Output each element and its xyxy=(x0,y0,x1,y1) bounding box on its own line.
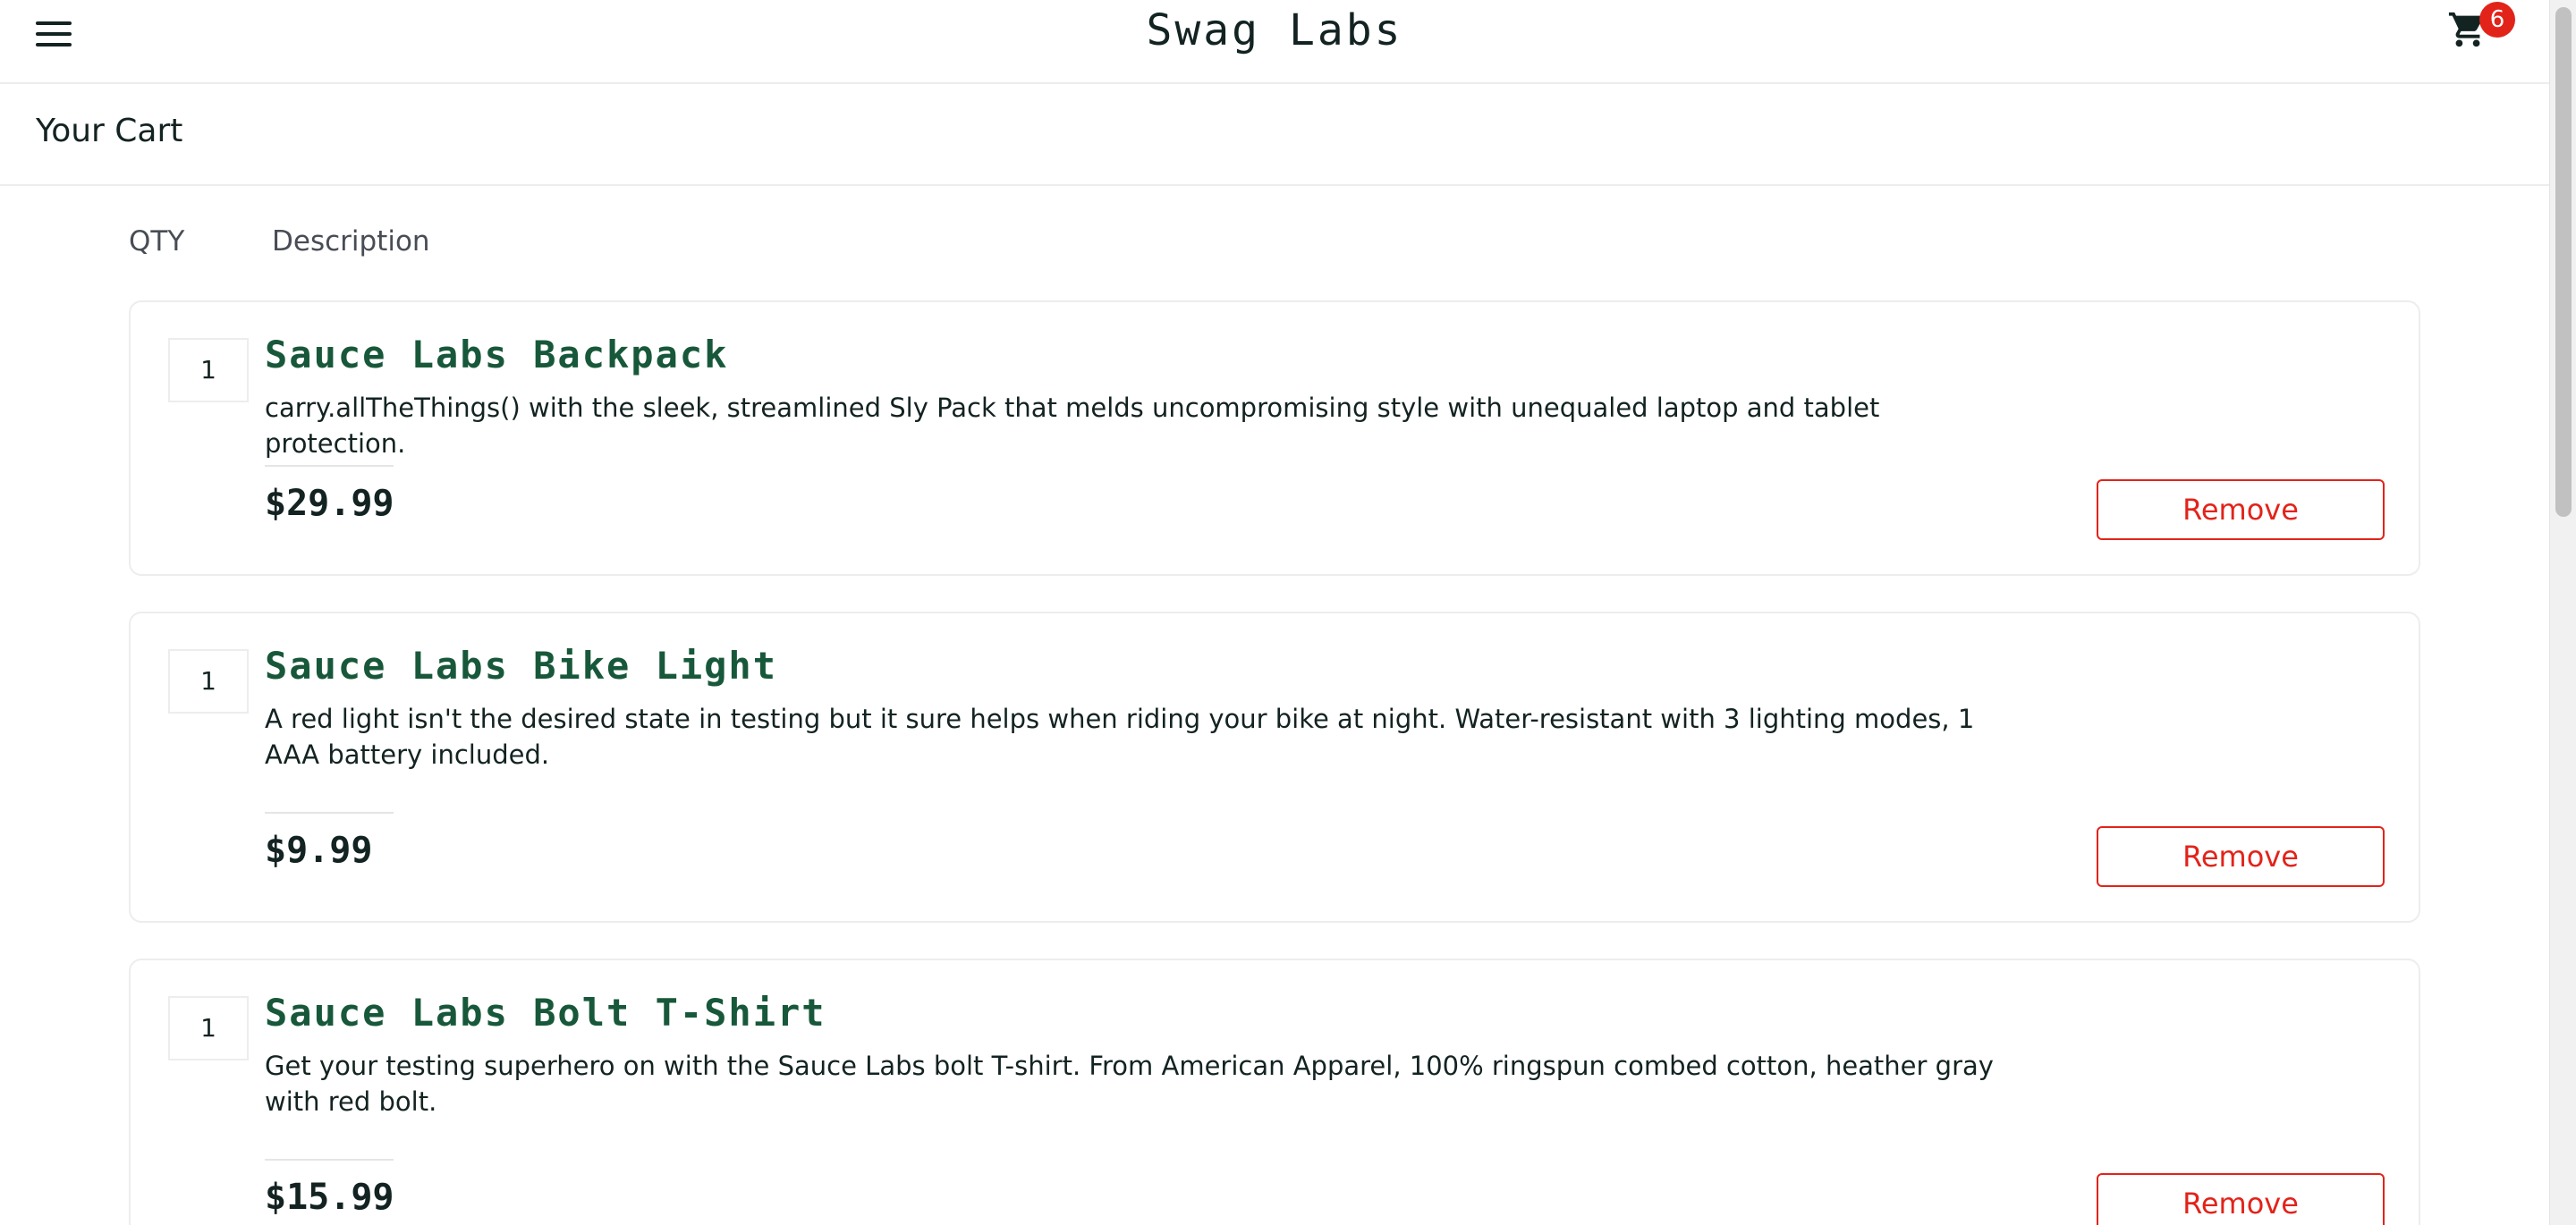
page-title: Your Cart xyxy=(36,113,183,149)
remove-button[interactable]: Remove xyxy=(2097,826,2385,887)
item-name-link[interactable]: Sauce Labs Bike Light xyxy=(265,644,777,688)
qty-column-label: QTY xyxy=(129,225,185,258)
cart-item: 1 Sauce Labs Bolt T-Shirt Get your testi… xyxy=(129,959,2420,1225)
cart-badge: 6 xyxy=(2479,2,2515,38)
item-name-link[interactable]: Sauce Labs Backpack xyxy=(265,333,728,376)
cart-item: 1 Sauce Labs Bike Light A red light isn'… xyxy=(129,612,2420,923)
secondary-header: Your Cart xyxy=(0,84,2549,186)
item-description: Get your testing superhero on with the S… xyxy=(265,1051,1994,1117)
description-column-label: Description xyxy=(272,225,430,258)
vertical-scrollbar[interactable] xyxy=(2549,0,2576,1225)
item-name-link[interactable]: Sauce Labs Bolt T-Shirt xyxy=(265,991,826,1035)
item-price: $15.99 xyxy=(265,1177,394,1218)
item-quantity: 1 xyxy=(168,338,249,402)
remove-button[interactable]: Remove xyxy=(2097,479,2385,540)
remove-button[interactable]: Remove xyxy=(2097,1173,2385,1225)
price-divider xyxy=(265,1159,394,1161)
scrollbar-thumb[interactable] xyxy=(2555,7,2572,517)
price-divider xyxy=(265,812,394,814)
item-quantity: 1 xyxy=(168,649,249,714)
item-description: A red light isn't the desired state in t… xyxy=(265,704,1975,770)
price-divider xyxy=(265,465,394,467)
shopping-cart-link[interactable]: 6 xyxy=(2447,2,2515,55)
cart-item: 1 Sauce Labs Backpack carry.allTheThings… xyxy=(129,300,2420,576)
page: Swag Labs 6 Your Cart QTY Description 1 … xyxy=(0,0,2576,1225)
primary-header: Swag Labs 6 xyxy=(0,0,2549,84)
item-price: $29.99 xyxy=(265,483,394,524)
app-logo: Swag Labs xyxy=(1146,5,1403,55)
item-description: carry.allTheThings() with the sleek, str… xyxy=(265,393,1880,459)
item-price: $9.99 xyxy=(265,830,373,871)
item-quantity: 1 xyxy=(168,996,249,1060)
